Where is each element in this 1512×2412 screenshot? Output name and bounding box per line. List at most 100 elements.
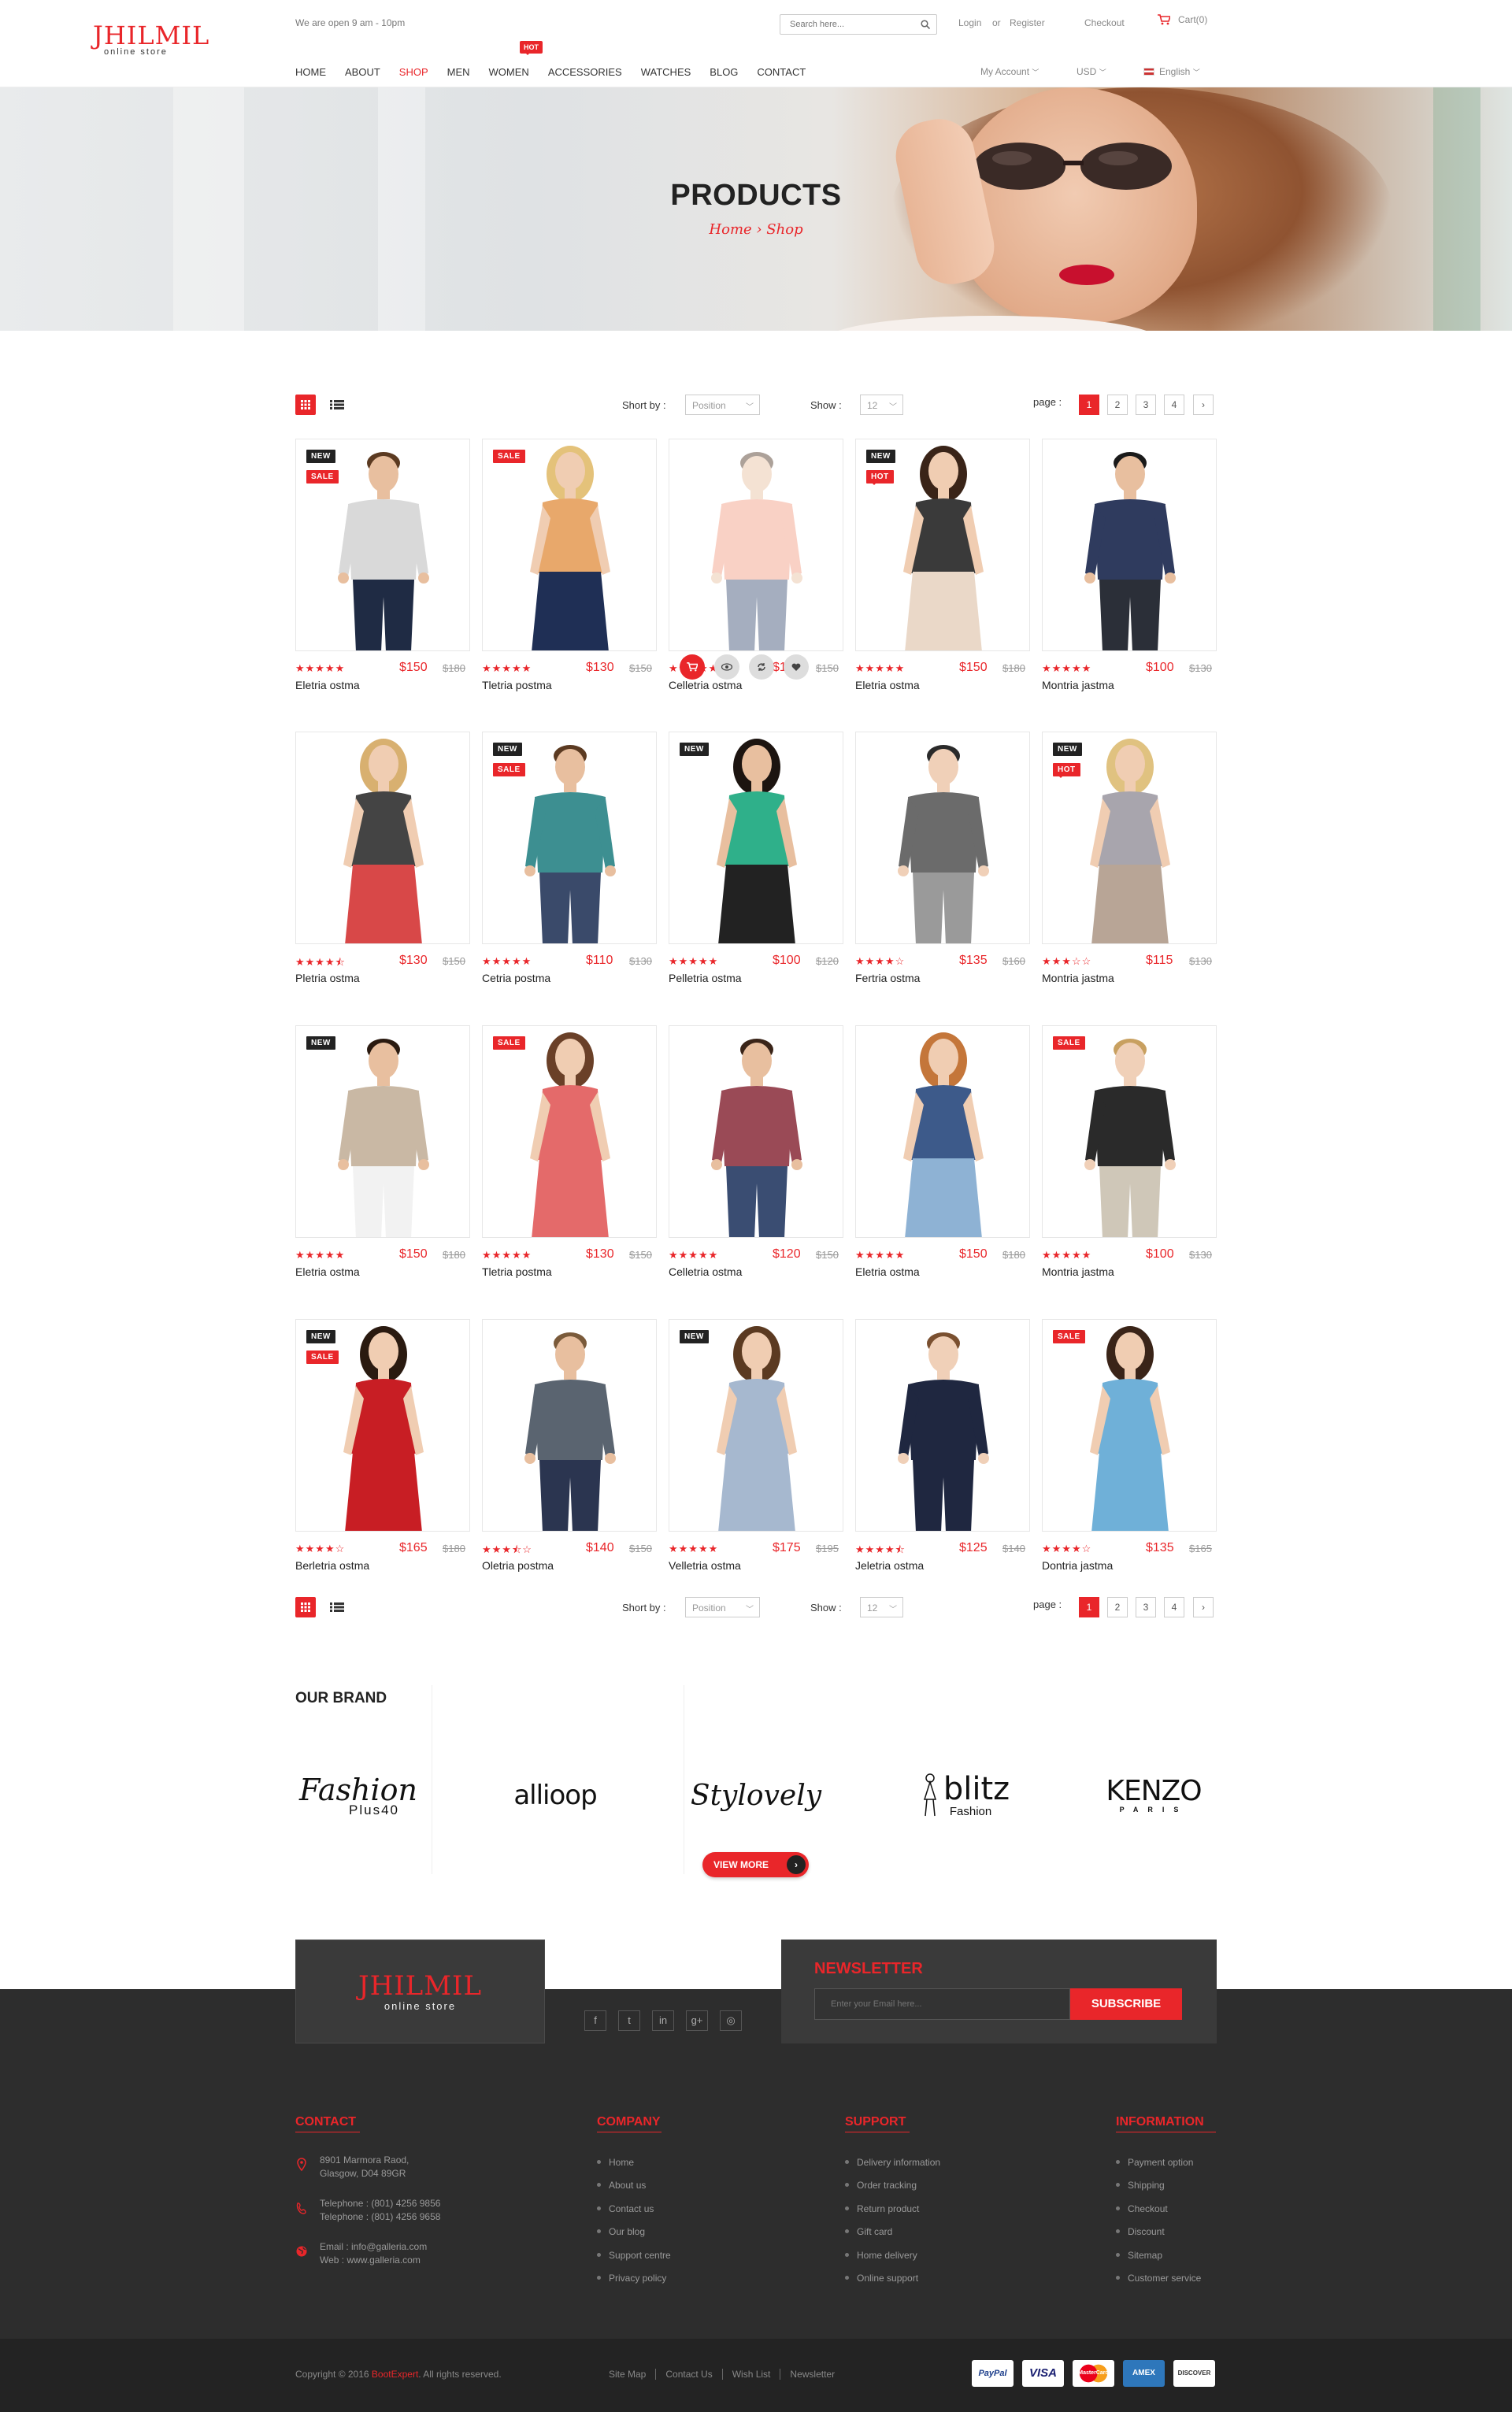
product-name[interactable]: Jeletria ostma xyxy=(855,1559,924,1572)
footer-link[interactable]: Checkout xyxy=(1116,2203,1168,2214)
product-image[interactable] xyxy=(855,1319,1030,1532)
product-image[interactable] xyxy=(669,732,843,944)
footer-link[interactable]: Discount xyxy=(1116,2226,1165,2237)
page-3-button[interactable]: 3 xyxy=(1136,395,1156,415)
nav-about[interactable]: ABOUT xyxy=(345,66,380,78)
product-card[interactable]: NEW HOT ★★★★★ $150 $180 Eletria ostma xyxy=(855,439,1030,703)
email-line[interactable]: Email : info@galleria.com xyxy=(320,2240,427,2254)
brand-logo-allioop[interactable]: allioop xyxy=(492,1717,618,1874)
grid-view-button[interactable] xyxy=(295,395,316,415)
product-name[interactable]: Berletria ostma xyxy=(295,1559,369,1572)
wishlist-heart-icon[interactable] xyxy=(784,654,809,680)
currency-dropdown[interactable]: USD ﹀ xyxy=(1077,66,1106,77)
footer-link[interactable]: Return product xyxy=(845,2203,919,2214)
list-view-button[interactable] xyxy=(327,1597,347,1617)
product-card[interactable]: SALE ★★★★★ $130 $150 Tletria postma xyxy=(482,439,657,703)
list-view-button[interactable] xyxy=(327,395,347,415)
nav-women[interactable]: WOMEN xyxy=(489,66,529,78)
product-card[interactable]: ★★★⯪☆ $140 $150 Oletria postma xyxy=(482,1319,657,1584)
footer-link[interactable]: Order tracking xyxy=(845,2180,917,2191)
page-4-button[interactable]: 4 xyxy=(1164,1597,1184,1617)
compare-icon[interactable] xyxy=(749,654,774,680)
product-image[interactable] xyxy=(1042,1319,1217,1532)
newsletter-link[interactable]: Newsletter xyxy=(780,2369,844,2380)
cart-link[interactable]: Cart(0) xyxy=(1158,14,1207,25)
search-input[interactable] xyxy=(780,15,910,34)
product-image[interactable] xyxy=(855,732,1030,944)
product-image[interactable] xyxy=(669,439,843,651)
page-1-button[interactable]: 1 xyxy=(1079,1597,1099,1617)
product-card[interactable]: NEW ★★★★★ $150 $180 Eletria ostma xyxy=(295,1025,470,1290)
product-card[interactable]: SALE ★★★★★ $130 $150 Tletria postma xyxy=(482,1025,657,1290)
product-image[interactable] xyxy=(295,1025,470,1238)
footer-link[interactable]: Home xyxy=(597,2157,634,2168)
show-select[interactable]: 12 ﹀ xyxy=(860,1597,903,1617)
product-card[interactable]: NEW SALE ★★★★★ $110 $130 Cetria postma xyxy=(482,732,657,996)
nav-shop[interactable]: SHOP xyxy=(399,66,428,78)
footer-link[interactable]: About us xyxy=(597,2180,646,2191)
contact-us-link[interactable]: Contact Us xyxy=(655,2369,721,2380)
copyright-brand-link[interactable]: BootExpert xyxy=(372,2369,418,2380)
brand-logo-stylovely[interactable]: Stylovely xyxy=(691,1717,821,1874)
page-1-button[interactable]: 1 xyxy=(1079,395,1099,415)
product-name[interactable]: Eletria ostma xyxy=(855,679,920,691)
footer-logo[interactable]: JHILMIL online store xyxy=(295,1940,545,2043)
logo[interactable]: JHILMIL online store xyxy=(93,22,209,57)
wish-list-link[interactable]: Wish List xyxy=(721,2369,780,2380)
breadcrumb[interactable]: Home › Shop xyxy=(0,221,1512,238)
product-card[interactable]: ★★★★⯪ $130 $150 Pletria ostma xyxy=(295,732,470,996)
product-image[interactable] xyxy=(669,1025,843,1238)
grid-view-button[interactable] xyxy=(295,1597,316,1617)
product-card[interactable]: SALE ★★★★★ $100 $130 Montria jastma xyxy=(1042,1025,1217,1290)
footer-link[interactable]: Support centre xyxy=(597,2250,671,2261)
nav-watches[interactable]: WATCHES xyxy=(641,66,691,78)
product-card[interactable]: NEW SALE ★★★★★ $150 $180 Eletria ostma xyxy=(295,439,470,703)
footer-link[interactable]: Contact us xyxy=(597,2203,654,2214)
next-page-button[interactable]: › xyxy=(1193,395,1214,415)
product-name[interactable]: Eletria ostma xyxy=(295,679,360,691)
brand-logo-fashion[interactable]: Fashion Plus40 xyxy=(295,1717,421,1874)
next-page-button[interactable]: › xyxy=(1193,1597,1214,1617)
footer-link[interactable]: Shipping xyxy=(1116,2180,1165,2191)
sitemap-link[interactable]: Site Map xyxy=(609,2369,655,2380)
footer-link[interactable]: Customer service xyxy=(1116,2273,1201,2284)
product-name[interactable]: Fertria ostma xyxy=(855,972,920,984)
register-link[interactable]: Register xyxy=(1010,17,1045,28)
facebook-icon[interactable]: f xyxy=(584,2010,606,2031)
google-plus-icon[interactable]: g+ xyxy=(686,2010,708,2031)
product-image[interactable] xyxy=(295,732,470,944)
login-link[interactable]: Login xyxy=(958,17,981,28)
product-image[interactable] xyxy=(482,439,657,651)
nav-accessories[interactable]: ACCESSORIES xyxy=(548,66,622,78)
product-image[interactable] xyxy=(482,1319,657,1532)
product-name[interactable]: Montria jastma xyxy=(1042,972,1114,984)
product-name[interactable]: Tletria postma xyxy=(482,1265,552,1278)
product-name[interactable]: Eletria ostma xyxy=(295,1265,360,1278)
page-3-button[interactable]: 3 xyxy=(1136,1597,1156,1617)
language-dropdown[interactable]: English ﹀ xyxy=(1143,66,1200,77)
twitter-icon[interactable]: t xyxy=(618,2010,640,2031)
nav-contact[interactable]: CONTACT xyxy=(757,66,806,78)
search-icon[interactable] xyxy=(921,20,930,29)
product-name[interactable]: Celletria ostma xyxy=(669,679,742,691)
product-card[interactable]: SALE ★★★★☆ $135 $165 Dontria jastma xyxy=(1042,1319,1217,1584)
nav-men[interactable]: MEN xyxy=(447,66,470,78)
product-image[interactable] xyxy=(669,1319,843,1532)
product-card[interactable]: ★★★★★ $100 $130 Montria jastma xyxy=(1042,439,1217,703)
product-name[interactable]: Dontria jastma xyxy=(1042,1559,1113,1572)
product-name[interactable]: Oletria postma xyxy=(482,1559,554,1572)
product-image[interactable] xyxy=(1042,1025,1217,1238)
footer-link[interactable]: Online support xyxy=(845,2273,918,2284)
sort-select[interactable]: Position ﹀ xyxy=(685,395,760,415)
quick-view-icon[interactable] xyxy=(714,654,739,680)
footer-link[interactable]: Payment option xyxy=(1116,2157,1193,2168)
view-more-button[interactable]: VIEW MORE › xyxy=(702,1852,809,1877)
product-name[interactable]: Pelletria ostma xyxy=(669,972,742,984)
product-name[interactable]: Eletria ostma xyxy=(855,1265,920,1278)
linkedin-icon[interactable]: in xyxy=(652,2010,674,2031)
product-card[interactable]: NEW ★★★★★ $175 $195 Velletria ostma xyxy=(669,1319,843,1584)
newsletter-email-input[interactable] xyxy=(814,1988,1070,2020)
footer-link[interactable]: Privacy policy xyxy=(597,2273,666,2284)
show-select[interactable]: 12 ﹀ xyxy=(860,395,903,415)
nav-blog[interactable]: BLOG xyxy=(710,66,738,78)
